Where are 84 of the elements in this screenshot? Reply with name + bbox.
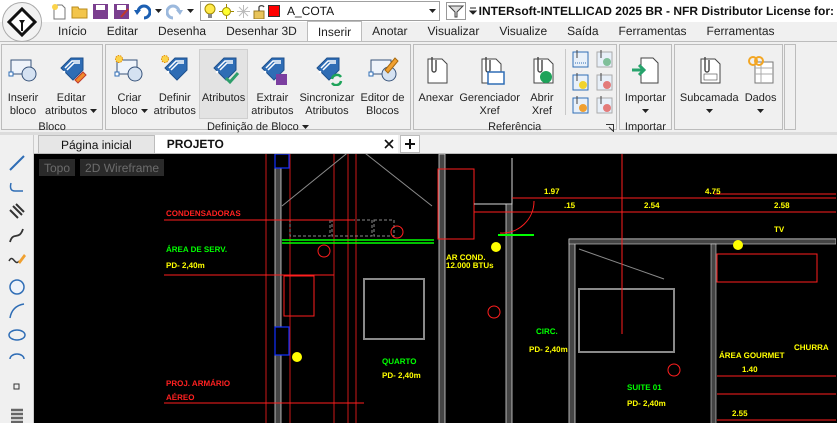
ribbon-button[interactable]: Anexar xyxy=(416,49,456,119)
ribbon-button[interactable]: Abrir Xref xyxy=(522,49,561,119)
menu-tab[interactable]: Desenha xyxy=(148,21,216,41)
drawing-label: TV xyxy=(774,225,784,234)
caret-icon xyxy=(706,109,713,114)
close-icon[interactable] xyxy=(384,139,394,149)
padlock-icon xyxy=(253,4,265,18)
drawing-label: AR COND. xyxy=(446,253,486,262)
drawing-label: 2.55 xyxy=(732,409,748,418)
menu-tab[interactable]: Inserir xyxy=(306,21,362,41)
drawing-label: SUITE 01 xyxy=(627,383,662,392)
drawing-label: QUARTO xyxy=(382,357,417,366)
save-icon[interactable] xyxy=(92,2,109,20)
dialog-launcher-icon[interactable] xyxy=(606,124,614,132)
ribbon-button[interactable]: Importar xyxy=(622,49,669,119)
menu-tab[interactable]: Ferramentas xyxy=(608,21,697,41)
sun-icon xyxy=(219,4,234,18)
ribbon-button[interactable]: Editar atributos xyxy=(42,49,100,119)
double-line-icon[interactable] xyxy=(6,201,26,221)
arc-icon[interactable] xyxy=(6,301,26,321)
save-as-icon[interactable] xyxy=(113,2,130,20)
caret-icon xyxy=(140,109,148,114)
document-tab[interactable]: PROJETO xyxy=(154,135,398,153)
ribbon-button[interactable]: Dados xyxy=(742,49,780,119)
undo-icon[interactable] xyxy=(134,2,151,20)
drawing-label: 4.75 xyxy=(705,187,721,196)
menu-tab[interactable]: Visualizar xyxy=(418,21,490,41)
ribbon-group-title: Bloco xyxy=(38,120,66,135)
drawing-label: 1.40 xyxy=(742,365,758,374)
drawing-label: ÁREA DE SERV. xyxy=(166,245,228,254)
layer-filter-icon[interactable] xyxy=(446,2,466,20)
menu-tab[interactable]: Desenhar 3D xyxy=(216,21,307,41)
window-title: INTERsoft-INTELLICAD 2025 BR - NFR Distributor License for: xyxy=(478,3,834,20)
ribbon-button[interactable]: Atributos xyxy=(198,49,248,119)
drawing-label: PD- 2,40m xyxy=(382,371,421,380)
caret-icon xyxy=(642,109,649,114)
new-tab-icon[interactable] xyxy=(400,135,420,153)
redo-dropdown-icon xyxy=(187,9,194,13)
ribbon-button[interactable]: Gerenciador Xref xyxy=(456,49,523,119)
layer-name: A_COTA xyxy=(287,3,336,20)
drawing-label: CIRC. xyxy=(536,327,558,336)
drawing-label: ÁREA GOURMET xyxy=(719,351,784,360)
drawing-label: 2.58 xyxy=(774,201,790,210)
drawing-label: PD- 2,40m xyxy=(529,345,568,354)
ribbon-group-title: Referência xyxy=(488,120,542,135)
drawing-label: PD- 2,40m xyxy=(166,261,205,270)
dropdown-caret-icon xyxy=(429,9,436,13)
drawing-label: 12.000 BTUs xyxy=(446,261,494,270)
new-file-icon[interactable] xyxy=(50,2,67,20)
drawing-label: CHURRA xyxy=(794,343,829,352)
drawing-label: CONDENSADORAS xyxy=(166,209,241,218)
snowflake-icon xyxy=(237,4,250,18)
ribbon-button[interactable]: Subcamada xyxy=(676,49,742,119)
caret-icon xyxy=(90,109,98,114)
menu-tab[interactable]: Visualize xyxy=(489,21,558,41)
circle-icon[interactable] xyxy=(6,277,26,297)
lightbulb-icon xyxy=(204,3,216,19)
ribbon-button[interactable]: Definir atributos xyxy=(150,49,199,119)
drawing-label: PROJ. ARMÁRIO xyxy=(166,379,230,388)
drawing-label: 1.97 xyxy=(544,187,560,196)
drawing-label: .15 xyxy=(564,201,576,210)
document-tab[interactable]: Página inicial xyxy=(38,135,155,153)
ribbon-button[interactable]: Editor de Blocos xyxy=(357,49,408,119)
menu-tab[interactable]: Saída xyxy=(557,21,608,41)
caret-icon xyxy=(302,124,309,129)
paperclip-grid-icon[interactable] xyxy=(570,49,590,69)
menu-tab[interactable]: Início xyxy=(48,21,97,41)
drawing-label: AÉREO xyxy=(166,393,194,402)
menu-tab[interactable]: Editar xyxy=(96,21,148,41)
customize-caret-icon[interactable] xyxy=(469,7,477,15)
layer-dropdown[interactable]: A_COTA xyxy=(200,1,440,21)
ribbon-button[interactable]: Criar bloco xyxy=(108,49,151,119)
menu-tab[interactable]: Anotar xyxy=(362,21,418,41)
ribbon-group-title[interactable]: Definição de Bloco xyxy=(206,118,309,136)
undo-dropdown-icon xyxy=(155,9,162,13)
ribbon-button[interactable]: Sincronizar Atributos xyxy=(296,49,358,119)
line-icon[interactable] xyxy=(6,153,26,173)
ribbon-button[interactable]: Extrair atributos xyxy=(248,49,296,119)
ribbon-group-title: Importar xyxy=(624,120,666,135)
ribbon-button[interactable]: Inserir bloco xyxy=(4,49,42,119)
drawing-label: 2.54 xyxy=(644,201,660,210)
drawing-label: PD- 2,40m xyxy=(627,399,666,408)
caret-icon xyxy=(757,109,764,114)
menu-tab[interactable]: Ferramentas xyxy=(696,21,785,41)
